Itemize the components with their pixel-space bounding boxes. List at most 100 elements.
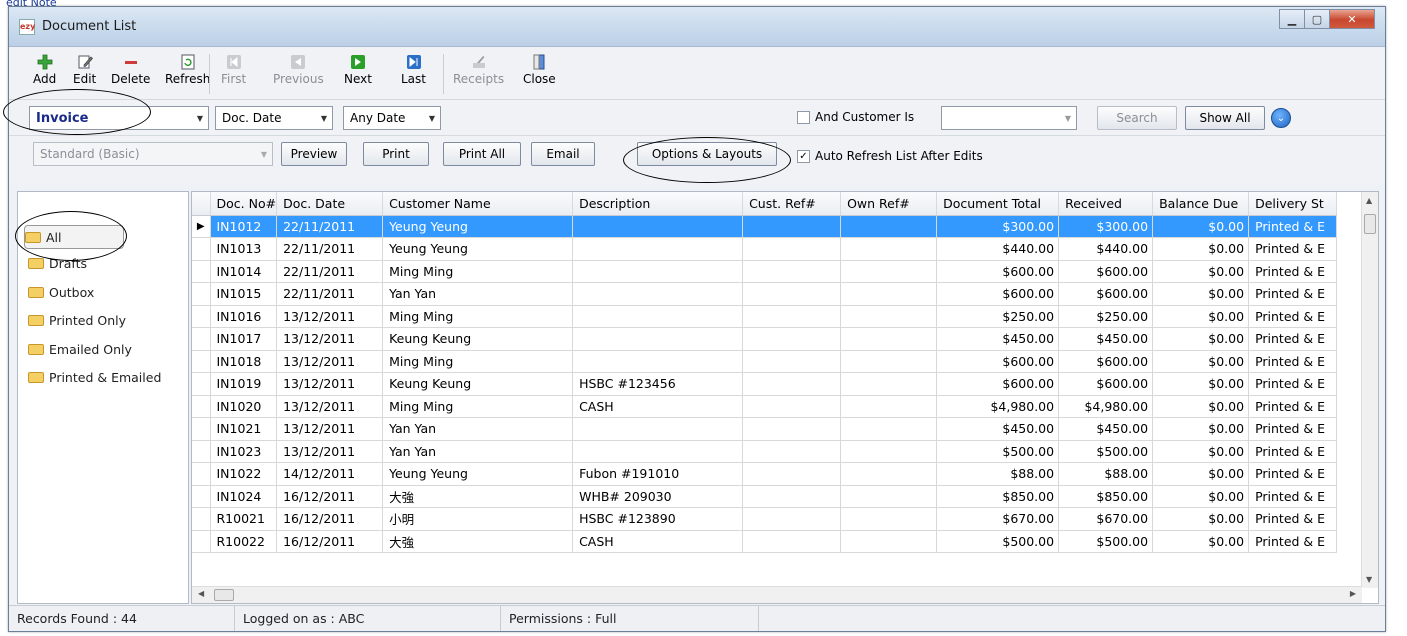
cell-balance[interactable]: $0.00 — [1152, 462, 1250, 486]
cell-cref[interactable] — [742, 350, 842, 373]
cell-date[interactable]: 16/12/2011 — [276, 507, 384, 531]
cell-oref[interactable] — [840, 305, 938, 328]
cell-received[interactable]: $4,980.00 — [1058, 395, 1154, 418]
cell-customer[interactable]: Ming Ming — [382, 260, 574, 283]
cell-doc[interactable]: IN1018 — [210, 350, 278, 373]
cell-date[interactable]: 13/12/2011 — [276, 395, 384, 418]
last-button[interactable]: Last — [401, 54, 426, 86]
cell-date[interactable]: 22/11/2011 — [276, 237, 384, 261]
cell-balance[interactable]: $0.00 — [1152, 237, 1250, 261]
customer-select[interactable]: ▼ — [941, 106, 1077, 130]
cell-customer[interactable]: Yeung Yeung — [382, 237, 574, 261]
next-button[interactable]: Next — [344, 54, 372, 86]
cell-delivery[interactable]: Printed & E — [1248, 440, 1338, 463]
col-balance-due[interactable]: Balance Due — [1152, 192, 1250, 216]
cell-customer[interactable]: Ming Ming — [382, 350, 574, 373]
cell-customer[interactable]: Yeung Yeung — [382, 215, 574, 238]
cell-oref[interactable] — [840, 462, 938, 486]
refresh-button[interactable]: Refresh — [165, 54, 210, 86]
cell-delivery[interactable]: Printed & E — [1248, 350, 1338, 373]
cell-received[interactable]: $600.00 — [1058, 350, 1154, 373]
cell-desc[interactable] — [572, 260, 744, 283]
col-customer[interactable]: Customer Name — [382, 192, 574, 216]
cell-cref[interactable] — [742, 485, 842, 508]
cell-doc[interactable]: IN1013 — [210, 237, 278, 261]
cell-date[interactable]: 13/12/2011 — [276, 440, 384, 463]
cell-received[interactable]: $88.00 — [1058, 462, 1154, 486]
cell-doc[interactable]: R10021 — [210, 507, 278, 531]
col-own-ref[interactable]: Own Ref# — [840, 192, 938, 216]
cell-doc[interactable]: IN1015 — [210, 282, 278, 306]
col-cust-ref[interactable]: Cust. Ref# — [742, 192, 842, 216]
cell-total[interactable]: $850.00 — [936, 485, 1060, 508]
cell-total[interactable]: $250.00 — [936, 305, 1060, 328]
vertical-scrollbar[interactable]: ▲ ▼ — [1361, 192, 1378, 588]
cell-desc[interactable] — [572, 327, 744, 351]
cell-received[interactable]: $600.00 — [1058, 282, 1154, 306]
cell-oref[interactable] — [840, 282, 938, 306]
cell-total[interactable]: $450.00 — [936, 417, 1060, 441]
cell-total[interactable]: $600.00 — [936, 350, 1060, 373]
cell-cref[interactable] — [742, 507, 842, 531]
cell-customer[interactable]: Keung Keung — [382, 372, 574, 396]
scroll-left-icon[interactable]: ◀ — [198, 589, 204, 598]
table-row[interactable]: R10022 16/12/2011 大強 CASH $500.00 $500.00 $0.0… — [192, 530, 1338, 553]
cell-balance[interactable]: $0.00 — [1152, 372, 1250, 396]
col-document-total[interactable]: Document Total — [936, 192, 1060, 216]
cell-desc[interactable]: HSBC #123890 — [572, 507, 744, 531]
email-button[interactable]: Email — [531, 142, 595, 166]
maximize-icon[interactable]: ▢ — [1304, 9, 1330, 29]
cell-balance[interactable]: $0.00 — [1152, 305, 1250, 328]
cell-received[interactable]: $450.00 — [1058, 327, 1154, 351]
cell-customer[interactable]: Keung Keung — [382, 327, 574, 351]
cell-balance[interactable]: $0.00 — [1152, 215, 1250, 238]
folder-emailed-only[interactable]: Emailed Only — [28, 337, 132, 361]
cell-received[interactable]: $600.00 — [1058, 260, 1154, 283]
cell-desc[interactable] — [572, 282, 744, 306]
cell-doc[interactable]: IN1022 — [210, 462, 278, 486]
table-row[interactable]: IN1021 13/12/2011 Yan Yan $450.00 $450.00 $0.… — [192, 417, 1338, 441]
cell-desc[interactable]: Fubon #191010 — [572, 462, 744, 486]
cell-received[interactable]: $250.00 — [1058, 305, 1154, 328]
table-row[interactable]: IN1023 13/12/2011 Yan Yan $500.00 $500.00 $0.… — [192, 440, 1338, 463]
show-all-button[interactable]: Show All — [1185, 106, 1265, 130]
cell-total[interactable]: $88.00 — [936, 462, 1060, 486]
cell-total[interactable]: $600.00 — [936, 282, 1060, 306]
cell-oref[interactable] — [840, 350, 938, 373]
cell-total[interactable]: $670.00 — [936, 507, 1060, 531]
cell-oref[interactable] — [840, 507, 938, 531]
cell-doc[interactable]: IN1024 — [210, 485, 278, 508]
cell-doc[interactable]: IN1017 — [210, 327, 278, 351]
cell-doc[interactable]: R10022 — [210, 530, 278, 553]
options-layouts-button[interactable]: Options & Layouts — [637, 142, 777, 166]
scroll-down-icon[interactable]: ▼ — [1366, 575, 1372, 584]
table-row[interactable]: R10021 16/12/2011 小明 HSBC #123890 $670.00 $67… — [192, 507, 1338, 531]
cell-desc[interactable] — [572, 417, 744, 441]
cell-balance[interactable]: $0.00 — [1152, 327, 1250, 351]
cell-balance[interactable]: $0.00 — [1152, 507, 1250, 531]
cell-customer[interactable]: Yan Yan — [382, 417, 574, 441]
cell-desc[interactable]: HSBC #123456 — [572, 372, 744, 396]
table-row[interactable]: IN1018 13/12/2011 Ming Ming $600.00 $600.00 $… — [192, 350, 1338, 373]
cell-delivery[interactable]: Printed & E — [1248, 260, 1338, 283]
cell-cref[interactable] — [742, 440, 842, 463]
cell-balance[interactable]: $0.00 — [1152, 417, 1250, 441]
scroll-right-icon[interactable]: ▶ — [1350, 589, 1356, 598]
cell-received[interactable]: $600.00 — [1058, 372, 1154, 396]
cell-cref[interactable] — [742, 215, 842, 238]
cell-date[interactable]: 13/12/2011 — [276, 417, 384, 441]
cell-balance[interactable]: $0.00 — [1152, 440, 1250, 463]
cell-cref[interactable] — [742, 530, 842, 553]
table-row[interactable]: IN1024 16/12/2011 大強 WHB# 209030 $850.00 $850… — [192, 485, 1338, 508]
cell-delivery[interactable]: Printed & E — [1248, 395, 1338, 418]
cell-desc[interactable]: CASH — [572, 530, 744, 553]
title-bar[interactable]: ezy Document List ▁ ▢ ✕ — [9, 7, 1385, 47]
cell-desc[interactable]: WHB# 209030 — [572, 485, 744, 508]
folder-printed-emailed[interactable]: Printed & Emailed — [28, 365, 161, 389]
cell-date[interactable]: 22/11/2011 — [276, 215, 384, 238]
cell-delivery[interactable]: Printed & E — [1248, 215, 1338, 238]
cell-balance[interactable]: $0.00 — [1152, 282, 1250, 306]
cell-oref[interactable] — [840, 372, 938, 396]
cell-customer[interactable]: Ming Ming — [382, 305, 574, 328]
cell-balance[interactable]: $0.00 — [1152, 485, 1250, 508]
